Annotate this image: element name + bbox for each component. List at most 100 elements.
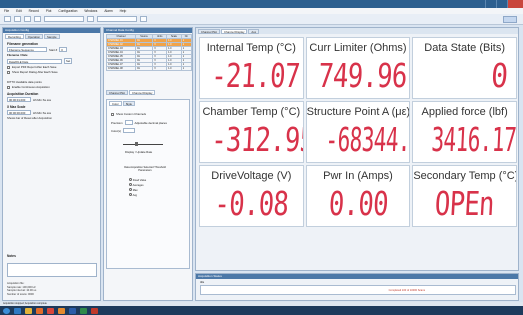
readout-label: Pwr In (Amps)	[323, 170, 393, 182]
slider-handle[interactable]	[135, 142, 138, 146]
readout-internal-temp[interactable]: Internal Temp (°C) -21.07	[199, 37, 304, 99]
inner-tabs: Color Style	[107, 100, 189, 106]
taskbar	[0, 306, 523, 315]
media-icon[interactable]	[36, 307, 43, 314]
mode-selector[interactable]	[97, 16, 137, 22]
precision-input[interactable]	[124, 120, 133, 125]
status-label: Idle	[200, 281, 205, 284]
set-filename-button[interactable]: Set	[64, 58, 73, 64]
readout-applied-force[interactable]: Applied force (lbf) 3416.177	[412, 101, 517, 163]
readout-label: Chamber Temp (°C)	[202, 106, 301, 118]
tab-channel-display[interactable]: Channel Display	[221, 29, 248, 34]
record-icon[interactable]	[34, 16, 41, 22]
acquisition-meta: Acquisition file: Sample rate: 100,000 H…	[7, 282, 36, 296]
radio-averages[interactable]	[129, 183, 132, 186]
tab-operation[interactable]: Operation	[24, 34, 44, 39]
explorer-icon[interactable]	[25, 307, 32, 314]
start-number-input[interactable]: 0	[59, 47, 68, 52]
readout-structure-point-a[interactable]: Structure Point A (με) -68344.19	[305, 101, 411, 163]
readout-grid: Internal Temp (°C) -21.07 Curr Limiter (…	[199, 37, 517, 227]
channel-table: Channel Source Units Scale On CHANNEL 01…	[106, 34, 193, 71]
maximize-button[interactable]	[496, 0, 507, 8]
pane-title: Acquisition Status	[196, 274, 518, 279]
app-icon[interactable]	[91, 307, 98, 314]
start-icon[interactable]	[87, 16, 94, 22]
readout-label: Structure Point A (με)	[306, 106, 411, 118]
table-row[interactable]: CHANNEL 08 On V 1.0 1	[106, 66, 193, 71]
readout-secondary-temp[interactable]: Secondary Temp (°C) OPEn	[412, 165, 517, 227]
run-button[interactable]	[503, 16, 517, 23]
readout-value: 0.00	[327, 184, 389, 223]
xmax-section-title: X Max Scale	[7, 105, 26, 109]
update-rate-slider[interactable]	[123, 142, 163, 146]
pane-title: Channel Data Config	[104, 28, 192, 33]
color-label: Color(s)	[111, 128, 121, 133]
display-settings-panel: Color Style Show Custom Channels Precisi…	[106, 99, 190, 269]
show-custom-checkbox[interactable]	[111, 112, 114, 116]
readout-value: 3416.177	[430, 120, 517, 159]
filename-section-title: Filename generation	[7, 42, 38, 46]
tab-sample[interactable]: Sample	[44, 34, 60, 39]
excel-icon[interactable]	[80, 307, 87, 314]
tab-style[interactable]: Style	[122, 101, 135, 106]
tab-channel-plot[interactable]: Channel Plot	[198, 29, 221, 34]
toolbar	[0, 14, 523, 25]
xmax-input[interactable]: 00:00:00.000	[7, 110, 31, 115]
readout-data-state[interactable]: Data State (Bits) 0	[412, 37, 517, 99]
radio-fixed[interactable]	[129, 178, 132, 181]
duration-section-title: Acquisition Duration	[7, 92, 39, 96]
table-cell: CHANNEL 08	[106, 66, 136, 71]
tab-channel-plot[interactable]: Channel Plot	[106, 90, 129, 95]
readout-label: Data State (Bits)	[424, 42, 505, 54]
stop-icon[interactable]	[140, 16, 147, 22]
word-icon[interactable]	[69, 307, 76, 314]
readout-label: Applied force (lbf)	[421, 106, 508, 118]
radio-max[interactable]	[129, 188, 132, 191]
open-icon[interactable]	[14, 16, 21, 22]
readout-pwr-in[interactable]: Pwr In (Amps) 0.00	[305, 165, 411, 227]
firefox-icon[interactable]	[58, 307, 65, 314]
radio-avg[interactable]	[129, 193, 132, 196]
readout-chamber-temp[interactable]: Chamber Temp (°C) -312.95	[199, 101, 304, 163]
show-custom-label: Show Custom Channels	[116, 112, 147, 116]
chrome-icon[interactable]	[47, 307, 54, 314]
continuous-acq-label: Enable Continuous Acquisition	[12, 85, 50, 89]
save-icon[interactable]	[24, 16, 31, 22]
window-controls	[485, 0, 523, 8]
start-label: Start #	[49, 47, 58, 52]
duration-input[interactable]: 00:00:01.000	[7, 97, 31, 102]
tab-channel-display[interactable]: Channel Display	[129, 90, 156, 95]
color-picker[interactable]	[122, 128, 135, 133]
minimize-button[interactable]	[485, 0, 496, 8]
readout-label: Curr Limiter (Ohms)	[309, 42, 407, 54]
readout-value: -68344.19	[324, 120, 411, 159]
channel-sub-tabs: Channel Plot Channel Display	[104, 89, 192, 95]
tab-recording[interactable]: Recording	[5, 34, 24, 39]
readout-drive-voltage[interactable]: DriveVoltage (V) -0.08	[199, 165, 304, 227]
duration-units: Hh:Mm:Ss.sss	[33, 97, 52, 102]
notes-textarea[interactable]	[7, 263, 97, 277]
tab-color[interactable]: Color	[109, 101, 122, 106]
filename-input[interactable]: Data/FILE Date	[7, 58, 62, 64]
show-report-checkbox[interactable]	[7, 70, 10, 74]
left-tabs: Recording Operation Sample	[3, 33, 100, 39]
option-label: Max	[132, 189, 138, 192]
device-selector[interactable]	[44, 16, 84, 22]
ie-icon[interactable]	[14, 307, 21, 314]
tab-aux[interactable]: Aux	[248, 29, 260, 34]
window-titlebar	[0, 0, 523, 8]
export-report-checkbox[interactable]	[7, 65, 10, 69]
acquisition-progress-bar: Completed 100 of 10000 Scans	[200, 285, 516, 295]
new-icon[interactable]	[4, 16, 11, 22]
continuous-acq-checkbox[interactable]	[7, 85, 10, 89]
start-icon[interactable]	[3, 307, 10, 314]
table-cell: 1.0	[166, 66, 182, 71]
notes-label: Notes	[7, 254, 16, 258]
readout-curr-limiter[interactable]: Curr Limiter (Ohms) 749.96	[305, 37, 411, 99]
option-label: Fixed Value	[132, 179, 147, 182]
progress-text: Completed 100 of 10000 Scans	[388, 289, 425, 292]
close-button[interactable]	[507, 0, 523, 8]
table-cell: On	[134, 66, 154, 71]
readout-value: -21.07	[210, 56, 301, 95]
filename-mode-select[interactable]: Filename Sequence	[7, 47, 47, 52]
